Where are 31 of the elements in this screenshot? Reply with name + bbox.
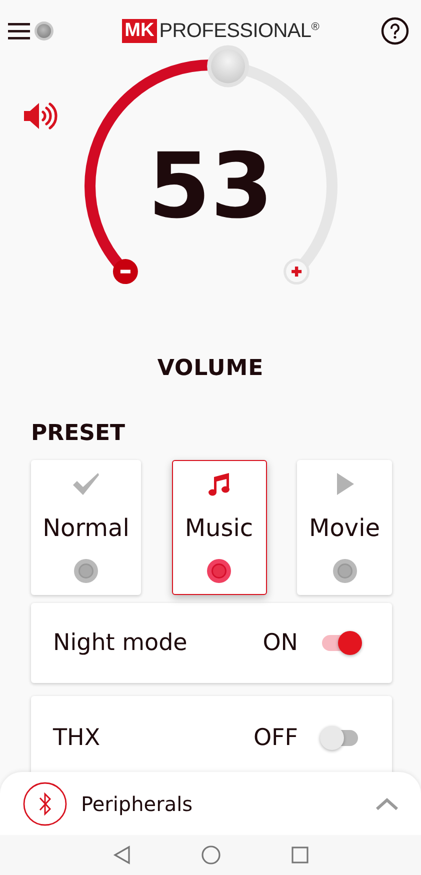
speaker-icon[interactable] [22,100,58,132]
volume-down-button[interactable] [112,259,138,284]
help-icon[interactable] [380,17,409,45]
volume-label: VOLUME [157,356,264,381]
logo-mark: MK [122,19,158,43]
preset-card[interactable]: Movie [297,460,392,595]
radio-indicator [206,558,232,584]
recent-apps-icon[interactable] [290,846,308,864]
setting-state: ON [262,630,298,656]
menu-icon[interactable] [8,21,30,41]
check-icon [71,471,101,497]
radio-indicator [332,558,358,584]
music-note-icon [206,471,232,497]
volume-up-button[interactable] [284,258,310,285]
chevron-up-icon[interactable] [375,796,399,810]
home-icon[interactable] [200,845,220,865]
bluetooth-icon[interactable] [23,782,67,826]
setting-state: OFF [253,725,298,751]
status-indicator-icon [34,21,54,41]
preset-card[interactable]: Music [172,460,266,595]
radio-indicator [73,558,99,584]
volume-value: 53 [146,142,274,232]
registered-mark: ® [311,21,320,33]
peripherals-label[interactable]: Peripherals [81,792,361,816]
preset-card[interactable]: Normal [31,460,141,595]
volume-thumb[interactable] [207,45,250,88]
logo-text: PROFESSIONAL [159,20,312,42]
section-title: PRESET [31,421,125,446]
setting-label: THX [53,725,102,751]
back-icon[interactable] [112,845,130,865]
setting-label: Night mode [53,630,188,656]
